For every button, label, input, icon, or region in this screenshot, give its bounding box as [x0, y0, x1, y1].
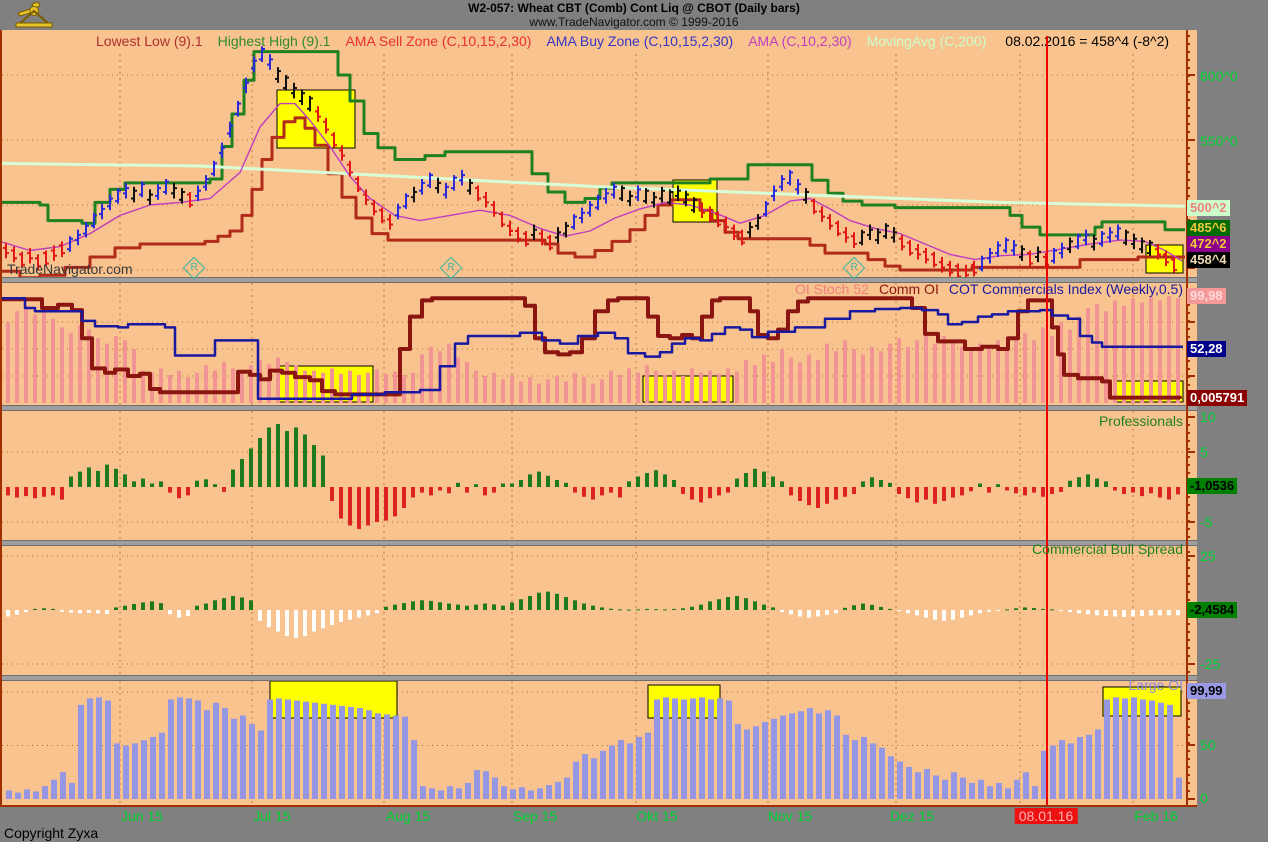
prof-axis-label: 5 [1200, 444, 1208, 460]
date-cursor-line[interactable] [1046, 36, 1048, 805]
prof-panel-label[interactable]: Professionals [1099, 413, 1183, 429]
oi-panel-label[interactable]: Large OI [1129, 677, 1183, 693]
prof-axis-label: -5 [1200, 514, 1213, 530]
legend-item-5[interactable]: MovingAvg (C,200) [867, 33, 987, 49]
copyright: Copyright Zyxa [4, 825, 99, 841]
main-value-tag: 472^2 [1187, 236, 1230, 252]
cot-chart-svg [0, 283, 1184, 405]
tradenavigator-watermark: TradeNavigator.com [7, 261, 133, 277]
prof-axis-label: 10 [1200, 409, 1216, 425]
legend-item-4[interactable]: AMA (C,10,2,30) [748, 33, 852, 49]
main-axis-label: 550^0 [1200, 133, 1238, 149]
plot-bottom-axis [0, 805, 1197, 807]
month-label: Aug 15 [385, 808, 431, 824]
main-legend: Lowest Low (9).1 Highest High (9).1 AMA Se… [96, 33, 1169, 49]
prof-value-tag: -1,0536 [1187, 478, 1238, 494]
oi-chart-svg [2, 680, 1184, 805]
main-chart-svg [0, 46, 1186, 281]
price-panel[interactable] [0, 30, 1186, 281]
month-label: Sep 15 [512, 808, 558, 824]
plot-left-border [0, 30, 2, 805]
month-label: Jul 15 [253, 808, 291, 824]
main-axis-label: 600^0 [1200, 68, 1238, 84]
panel-separator[interactable] [0, 540, 1197, 546]
bull-axis-label: -25 [1200, 656, 1221, 672]
bull-value-tag: -2,4584 [1187, 602, 1238, 618]
highest-high-9-line [0, 50, 1185, 237]
cot-value-tag: 52,28 [1187, 341, 1226, 357]
bull-panel-label[interactable]: Commercial Bull Spread [1032, 541, 1183, 557]
tradenavigator-window: W2-057: Wheat CBT (Comb) Cont Liq @ CBOT… [0, 0, 1268, 842]
professionals-panel[interactable] [0, 411, 1186, 540]
cot-legend-item-0[interactable]: OI Stoch 52 [795, 281, 869, 297]
main-value-tag: 458^4 [1187, 252, 1230, 268]
oi-axis-label: 0 [1200, 790, 1208, 806]
legend-item-3[interactable]: AMA Buy Zone (C,10,15,2,30) [546, 33, 733, 49]
month-label: Jun 15 [120, 808, 164, 824]
main-value-tag: 485^6 [1187, 220, 1230, 236]
chart-title: W2-057: Wheat CBT (Comb) Cont Liq @ CBOT… [468, 1, 800, 15]
cursor-quote: 08.02.2016 = 458^4 (-8^2) [1005, 33, 1170, 49]
month-label: Nov 15 [767, 808, 813, 824]
cot-commercials-panel[interactable] [0, 283, 1186, 405]
oi-axis-label: 50 [1200, 737, 1216, 753]
title-bar: W2-057: Wheat CBT (Comb) Cont Liq @ CBOT… [0, 0, 1268, 30]
cot-legend-item-1[interactable]: Comm OI [879, 281, 939, 297]
cursor-date-label: 08.01.16 [1014, 808, 1078, 824]
panel-separator[interactable] [0, 405, 1197, 411]
cot-value-tag: 99,98 [1187, 288, 1226, 304]
main-value-tag: 500^2 [1187, 200, 1230, 216]
large-oi-panel[interactable] [0, 680, 1186, 805]
month-label: Dez 15 [889, 808, 935, 824]
commercial-bull-spread-panel[interactable] [0, 546, 1186, 675]
cot-panel-legend: OI Stoch 52 Comm OI COT Commercials Index … [795, 281, 1183, 297]
chart-subtitle: www.TradeNavigator.com © 1999-2016 [529, 15, 739, 29]
month-label: Feb 16 [1134, 808, 1178, 824]
panel-separator[interactable] [0, 675, 1197, 681]
cot-value-tag: 0,005791 [1187, 390, 1248, 406]
bull-axis-label: 25 [1200, 548, 1216, 564]
legend-item-0[interactable]: Lowest Low (9).1 [96, 33, 203, 49]
legend-item-2[interactable]: AMA Sell Zone (C,10,15,2,30) [345, 33, 531, 49]
month-label: Okt 15 [636, 808, 678, 824]
oi-value-tag: 99,99 [1187, 683, 1226, 699]
bull-chart-svg [2, 546, 1184, 675]
prof-chart-svg [2, 411, 1184, 540]
cot-legend-item-2[interactable]: COT Commercials Index (Weekly,0.5) [949, 281, 1183, 297]
legend-item-1[interactable]: Highest High (9).1 [218, 33, 331, 49]
